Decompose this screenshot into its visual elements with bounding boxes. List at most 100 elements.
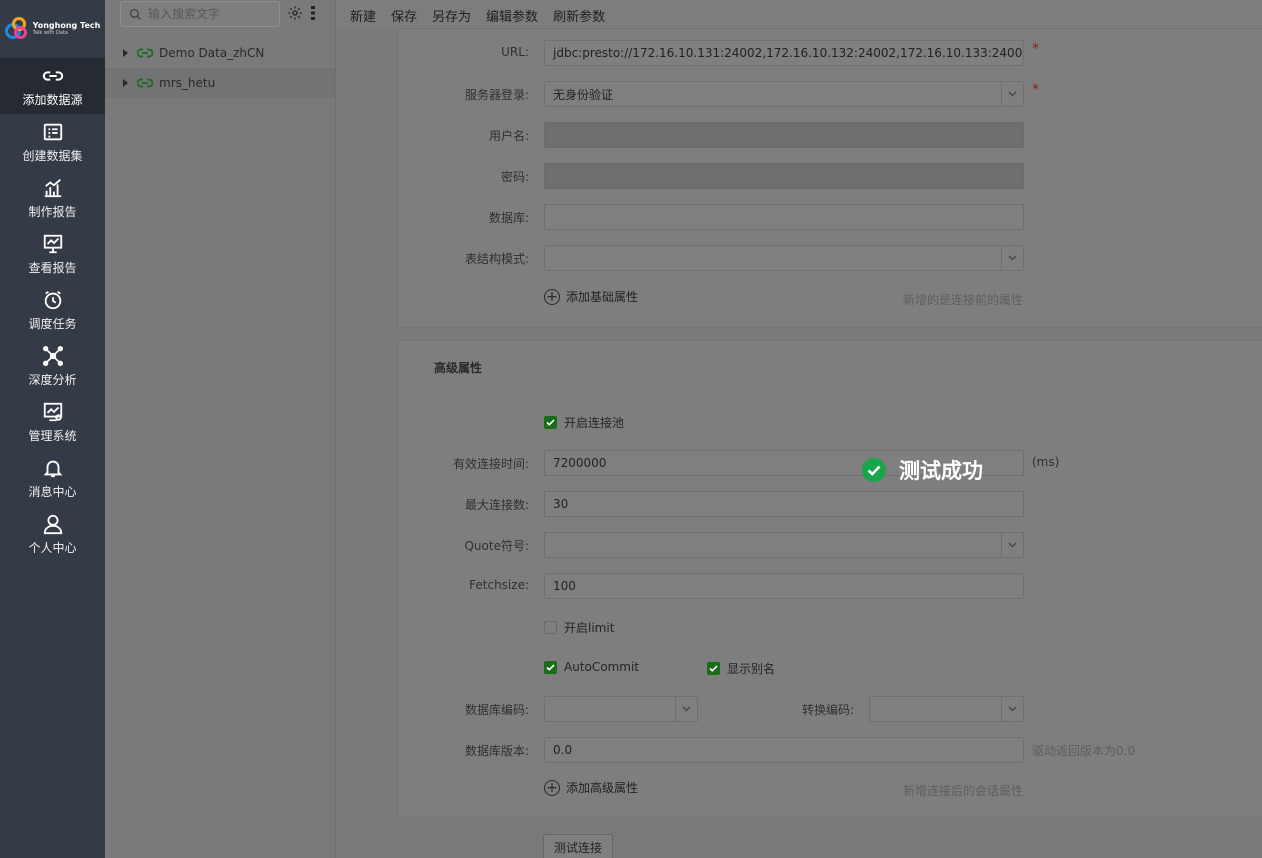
show-alias-checkbox[interactable]: 显示别名 [707, 660, 775, 677]
nav-item-make-report[interactable]: 制作报告 [0, 170, 105, 226]
nav-item-create-dataset[interactable]: 创建数据集 [0, 114, 105, 170]
database-label: 数据库: [488, 211, 529, 225]
fetchsize-label: Fetchsize: [469, 578, 529, 592]
add-basic-property-button[interactable]: + 添加基础属性 [544, 288, 638, 305]
quote-select[interactable] [544, 532, 1024, 558]
chevron-down-icon [1001, 697, 1023, 721]
settings-monitor-icon [43, 402, 62, 421]
datasource-link-icon [137, 78, 153, 88]
edit-params-button[interactable]: 编辑参数 [486, 6, 538, 25]
nav-label: 添加数据源 [22, 92, 83, 107]
datasource-form: URL: jdbc:presto://172.16.10.131:24002,1… [336, 28, 1262, 858]
save-button[interactable]: 保存 [391, 6, 417, 25]
checkbox-checked-icon [544, 416, 557, 429]
enable-pool-checkbox[interactable]: 开启连接池 [544, 414, 624, 431]
nav-label: 调度任务 [28, 316, 77, 331]
refresh-params-button[interactable]: 刷新参数 [553, 6, 605, 25]
required-mark: * [1032, 82, 1039, 98]
url-input[interactable]: jdbc:presto://172.16.10.131:24002,172.16… [544, 40, 1024, 66]
nav-item-schedule[interactable]: 调度任务 [0, 282, 105, 338]
show-alias-label: 显示别名 [727, 662, 776, 676]
tree-item-mrs-hetu[interactable]: mrs_hetu [105, 68, 335, 98]
search-icon [129, 8, 141, 20]
chevron-down-icon [675, 697, 697, 721]
save-as-button[interactable]: 另存为 [432, 6, 471, 25]
network-icon [42, 345, 63, 366]
more-menu-icon[interactable] [308, 5, 318, 21]
checkbox-checked-icon [544, 660, 557, 674]
username-input[interactable] [544, 122, 1024, 148]
db-version-hint: 驱动返回版本为0.0 [1032, 744, 1136, 758]
advanced-title: 高级属性 [434, 361, 483, 375]
dataset-icon [43, 123, 62, 140]
logo-tagline: Talk with Data [32, 30, 68, 36]
chevron-down-icon [1001, 246, 1023, 270]
password-input[interactable] [544, 163, 1024, 189]
add-advanced-property-button[interactable]: + 添加高级属性 [544, 779, 638, 796]
main-nav: Yonghong Tech Talk with Data 添加数据源 创建数据集… [0, 0, 105, 858]
tree-item-label: Demo Data_zhCN [159, 46, 265, 60]
nav-label: 创建数据集 [22, 148, 83, 163]
toast-message: 测试成功 [899, 459, 983, 483]
logo[interactable]: Yonghong Tech Talk with Data [0, 0, 105, 58]
database-input[interactable] [544, 204, 1024, 230]
logo-name: Yonghong Tech [32, 21, 101, 30]
required-mark: * [1032, 41, 1039, 57]
gear-icon[interactable] [287, 5, 303, 21]
nav-item-deep-analysis[interactable]: 深度分析 [0, 338, 105, 394]
url-label: URL: [501, 45, 529, 59]
datasource-tree-panel: Demo Data_zhCN mrs_hetu [105, 0, 336, 858]
new-button[interactable]: 新建 [350, 6, 376, 25]
quote-label: Quote符号: [464, 539, 529, 553]
auth-label: 服务器登录: [464, 88, 529, 102]
nav-item-messages[interactable]: 消息中心 [0, 450, 105, 506]
convert-encoding-select[interactable] [869, 696, 1024, 722]
add-basic-label: 添加基础属性 [566, 290, 639, 304]
nav-item-profile[interactable]: 个人中心 [0, 506, 105, 562]
nav-item-view-report[interactable]: 查看报告 [0, 226, 105, 282]
db-encoding-label: 数据库编码: [464, 703, 529, 717]
tree-item-label: mrs_hetu [159, 76, 216, 90]
auth-select[interactable]: 无身份验证 [544, 81, 1024, 107]
nav-item-add-datasource[interactable]: 添加数据源 [0, 58, 105, 114]
datasource-link-icon [137, 48, 153, 58]
autocommit-checkbox[interactable]: AutoCommit [544, 660, 639, 674]
tree-search-input[interactable] [148, 7, 268, 21]
enable-pool-label: 开启连接池 [564, 416, 625, 430]
db-version-input[interactable]: 0.0 [544, 737, 1024, 763]
chevron-down-icon [1001, 82, 1023, 106]
user-icon [43, 514, 62, 534]
plus-circle-icon: + [544, 779, 560, 796]
nav-label: 个人中心 [28, 540, 77, 555]
test-connection-button[interactable]: 测试连接 [543, 834, 613, 858]
chevron-down-icon [1001, 533, 1023, 557]
valid-time-unit: (ms) [1032, 455, 1060, 469]
autocommit-label: AutoCommit [564, 660, 639, 674]
tree-search-box[interactable] [120, 1, 280, 27]
chart-icon [44, 178, 61, 197]
presentation-icon [43, 234, 62, 253]
convert-encoding-label: 转换编码: [801, 703, 854, 717]
checkbox-checked-icon [707, 662, 720, 675]
max-conn-input[interactable]: 30 [544, 491, 1024, 517]
check-circle-icon [862, 458, 886, 482]
valid-time-label: 有效连接时间: [452, 457, 529, 471]
enable-limit-checkbox[interactable]: 开启limit [544, 619, 614, 636]
enable-limit-label: 开启limit [564, 621, 615, 635]
add-advanced-hint: 新增连接后的会话属性 [903, 784, 1024, 798]
password-label: 密码: [500, 170, 529, 184]
fetchsize-input[interactable]: 100 [544, 573, 1024, 599]
schema-select[interactable] [544, 245, 1024, 271]
link-icon [42, 70, 63, 81]
tree-item-demo-data[interactable]: Demo Data_zhCN [105, 38, 335, 68]
logo-mark-icon [4, 17, 29, 41]
expand-caret-icon[interactable] [123, 79, 128, 87]
nav-item-admin[interactable]: 管理系统 [0, 394, 105, 450]
bell-icon [42, 460, 63, 477]
expand-caret-icon[interactable] [123, 49, 128, 57]
nav-label: 消息中心 [28, 484, 77, 499]
checkbox-unchecked-icon [544, 621, 557, 634]
nav-label: 深度分析 [28, 372, 77, 387]
top-toolbar: 新建 保存 另存为 编辑参数 刷新参数 [336, 0, 1262, 30]
db-encoding-select[interactable] [544, 696, 698, 722]
